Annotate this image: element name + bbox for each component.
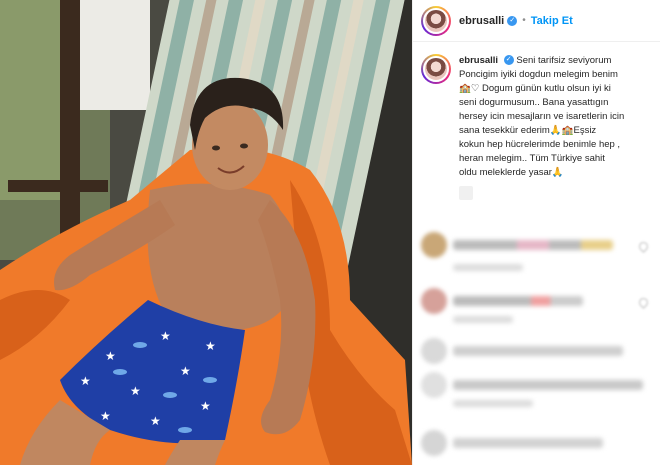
avatar[interactable]: [421, 5, 451, 36]
verified-icon: ✓: [507, 15, 518, 26]
comment-blurred: [421, 372, 643, 398]
post-side-panel: ebrusalli ✓ • Takip Et ebrusalli ✓ Seni …: [412, 0, 660, 465]
post-photo[interactable]: ★ ★ ★ ★ ★ ★ ★ ★ ★: [0, 0, 412, 465]
avatar: [421, 430, 447, 456]
heart-icon[interactable]: [637, 296, 650, 309]
caption-line: oldu meleklerde yasar🙏: [459, 167, 564, 178]
svg-text:★: ★: [130, 384, 141, 398]
svg-text:★: ★: [205, 339, 216, 353]
caption-line: kokun hep hücrelerimde benimle hep ,: [459, 139, 621, 150]
follow-button[interactable]: Takip Et: [531, 15, 573, 27]
comment-blurred: [421, 430, 603, 456]
svg-text:★: ★: [80, 374, 91, 388]
svg-text:★: ★: [105, 349, 116, 363]
caption-username[interactable]: ebrusalli: [459, 55, 498, 66]
avatar: [421, 232, 447, 258]
avatar: [421, 288, 447, 314]
caption-line: 🏫♡ Dogum günün kutlu olsun iyi ki: [459, 83, 611, 94]
caption-line: Poncigim iyiki dogdun melegim benim: [459, 69, 618, 80]
caption-line: hersey icin mesajların ve isaretlerin ic…: [459, 111, 625, 122]
caption-line: Seni tarifsiz seviyorum: [516, 55, 612, 66]
verified-icon: ✓: [503, 55, 514, 66]
photo-illustration: ★ ★ ★ ★ ★ ★ ★ ★ ★: [0, 0, 412, 465]
header-username[interactable]: ebrusalli: [459, 15, 504, 27]
separator-dot: •: [522, 15, 526, 26]
avatar: [421, 372, 447, 398]
heart-icon[interactable]: [637, 240, 650, 253]
comment-blurred: [421, 232, 613, 258]
svg-text:★: ★: [100, 409, 111, 423]
caption-timestamp-blurred: [459, 186, 473, 200]
caption: ebrusalli ✓ Seni tarifsiz seviyorum Ponc…: [413, 42, 660, 180]
avatar: [421, 338, 447, 364]
svg-text:★: ★: [200, 399, 211, 413]
caption-line: heran melegim.. Tüm Türkiye sahit: [459, 153, 605, 164]
caption-line: seni dogurmusum.. Bana yasattıgın: [459, 97, 609, 108]
svg-text:★: ★: [160, 329, 171, 343]
caption-line: sana tesekkür ederim🙏🏫Eşsiz: [459, 125, 597, 136]
svg-text:★: ★: [150, 414, 161, 428]
caption-avatar[interactable]: [421, 54, 451, 84]
caption-text: ebrusalli ✓ Seni tarifsiz seviyorum Ponc…: [459, 54, 652, 180]
post-header: ebrusalli ✓ • Takip Et: [413, 0, 660, 42]
comment-blurred: [421, 338, 623, 364]
comment-blurred: [421, 288, 583, 314]
svg-text:★: ★: [180, 364, 191, 378]
